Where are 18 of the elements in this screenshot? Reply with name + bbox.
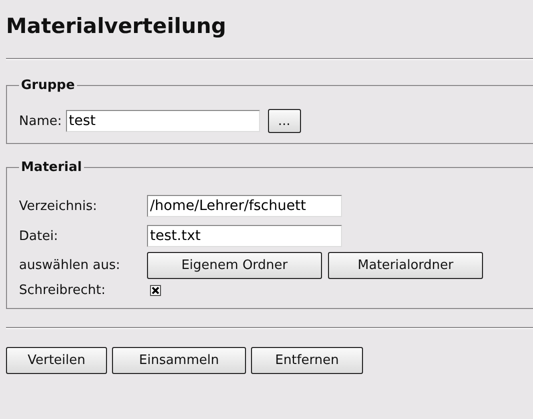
name-field[interactable]: test — [66, 110, 260, 132]
section-legend: Material — [19, 160, 84, 175]
text-field[interactable]: /home/Lehrer/fschuett — [147, 195, 342, 217]
field-label: Verzeichnis: — [19, 198, 98, 214]
action-button[interactable]: Entfernen — [251, 347, 363, 374]
field-label: Datei: — [19, 228, 60, 244]
action-button[interactable]: Verteilen — [6, 347, 107, 374]
section-legend: Gruppe — [19, 78, 77, 93]
action-button[interactable]: Einsammeln — [112, 347, 246, 374]
page-title: Materialverteilung — [6, 13, 228, 40]
folder-button[interactable]: Eigenem Ordner — [147, 252, 322, 279]
field-label: Schreibrecht: — [19, 283, 106, 298]
field-label: Name: — [19, 114, 62, 128]
text-field[interactable]: test.txt — [147, 225, 342, 247]
write-checkbox[interactable] — [150, 285, 161, 296]
field-label: auswählen aus: — [19, 258, 122, 273]
browse-button[interactable]: ... — [268, 109, 301, 133]
folder-button[interactable]: Materialordner — [328, 252, 483, 279]
